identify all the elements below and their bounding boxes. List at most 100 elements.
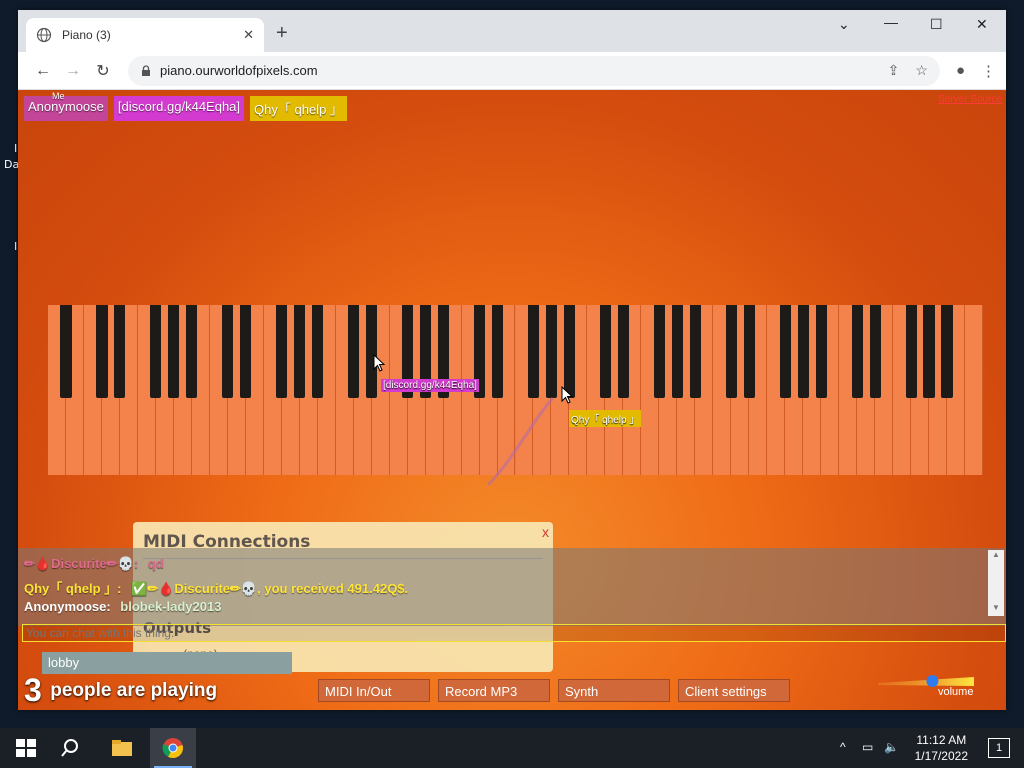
chat-text: blobek-lady2013	[120, 599, 222, 614]
scroll-down-icon[interactable]: ▼	[988, 603, 1004, 612]
taskbar-chrome-active[interactable]	[150, 728, 196, 768]
system-clock[interactable]: 11:12 AM 1/17/2022	[915, 732, 968, 764]
chrome-icon	[162, 738, 183, 759]
chat-input[interactable]	[22, 624, 1006, 642]
piano-black-key[interactable]	[563, 305, 575, 398]
piano-black-key[interactable]	[527, 305, 540, 398]
piano-black-key[interactable]	[689, 305, 701, 398]
mouse-cursor-icon	[373, 354, 385, 372]
chat-text: qd	[147, 556, 164, 571]
star-icon[interactable]: ☆	[915, 62, 928, 79]
chevron-up-icon[interactable]: ^	[840, 740, 846, 754]
piano-black-key[interactable]	[186, 305, 198, 398]
chat-message: ✏🩸Discurite✏💀: qd	[24, 556, 164, 572]
reload-icon[interactable]: ↻	[88, 61, 118, 81]
maximize-icon[interactable]: ☐	[930, 16, 943, 33]
browser-window: Piano (3) ✕ + ⌄ — ☐ ✕ ← → ↻ piano.ourwor…	[18, 10, 1006, 710]
user-badge[interactable]: Qhy「 qhelp 」	[250, 96, 347, 121]
browser-toolbar: ← → ↻ piano.ourworldofpixels.com ⇪ ☆ ● ⋮	[18, 52, 1006, 90]
client-settings-button[interactable]: Client settings	[678, 679, 790, 702]
url-text: piano.ourworldofpixels.com	[160, 63, 318, 78]
piano-black-key[interactable]	[366, 305, 378, 398]
piano-black-key[interactable]	[815, 305, 827, 398]
piano-black-key[interactable]	[653, 305, 665, 398]
cursor-label: [discord.gg/k44Eqha]	[381, 379, 479, 392]
close-icon[interactable]: x	[542, 524, 549, 540]
record-mp3-button[interactable]: Record MP3	[438, 679, 550, 702]
piano-black-key[interactable]	[923, 305, 935, 398]
user-list: Me Anonymoose [discord.gg/k44Eqha] Qhy「 …	[24, 91, 347, 121]
chevron-down-icon[interactable]: ⌄	[838, 16, 850, 33]
piano-black-key[interactable]	[743, 305, 755, 398]
piano-black-key[interactable]	[779, 305, 791, 398]
network-icon[interactable]: ▭	[862, 740, 873, 754]
piano-black-key[interactable]	[276, 305, 288, 398]
tab-title: Piano (3)	[62, 28, 111, 42]
profile-icon[interactable]: ●	[956, 62, 965, 79]
piano-black-key[interactable]	[114, 305, 126, 398]
speaker-muted-icon[interactable]: 🔈	[884, 740, 899, 754]
chat-scrollbar[interactable]: ▲ ▼	[988, 550, 1004, 616]
player-count: 3 people are playing	[24, 672, 217, 709]
piano-black-key[interactable]	[240, 305, 252, 398]
minimize-icon[interactable]: —	[884, 14, 898, 30]
notifications-icon[interactable]: 1	[988, 738, 1010, 758]
room-selector[interactable]: lobby	[42, 652, 292, 674]
piano-black-key[interactable]	[671, 305, 683, 398]
piano-black-key[interactable]	[905, 305, 917, 398]
piano-black-key[interactable]	[599, 305, 611, 398]
server-source-link[interactable]: Server Source	[938, 94, 1002, 105]
clock-date: 1/17/2022	[914, 749, 968, 763]
chat-author: ✏🩸Discurite✏💀:	[24, 556, 139, 571]
search-icon[interactable]	[60, 736, 84, 760]
piano-black-key[interactable]	[294, 305, 306, 398]
taskbar: ^ ▭ 🔈 11:12 AM 1/17/2022 1	[0, 728, 1024, 768]
chat-log: ✏🩸Discurite✏💀: qd Qhy「 qhelp 」: ✅✏🩸Discu…	[18, 548, 1006, 626]
synth-button[interactable]: Synth	[558, 679, 670, 702]
mouse-cursor-icon	[561, 386, 573, 404]
back-icon[interactable]: ←	[28, 62, 58, 80]
piano-black-key[interactable]	[312, 305, 324, 398]
address-bar[interactable]: piano.ourworldofpixels.com ⇪ ☆	[128, 55, 940, 86]
forward-icon[interactable]: →	[58, 62, 88, 80]
piano-white-key[interactable]	[965, 305, 983, 475]
windows-start-icon[interactable]	[14, 736, 38, 760]
midi-in-out-button[interactable]: MIDI In/Out	[318, 679, 430, 702]
player-count-number: 3	[24, 672, 42, 708]
close-window-icon[interactable]: ✕	[976, 16, 988, 33]
new-tab-icon[interactable]: +	[276, 22, 288, 45]
chat-author: Qhy「 qhelp 」:	[24, 581, 122, 596]
chat-author: Anonymoose:	[24, 599, 111, 614]
clock-time: 11:12 AM	[916, 733, 967, 747]
cursor-label: Qhy「 qhelp 」	[569, 410, 642, 427]
chat-message: Qhy「 qhelp 」: ✅✏🩸Discurite✏💀, you receiv…	[24, 578, 408, 597]
piano-black-key[interactable]	[869, 305, 881, 398]
player-count-text: people are playing	[50, 679, 218, 701]
globe-icon	[36, 27, 52, 43]
piano-black-key[interactable]	[725, 305, 737, 398]
piano-black-key[interactable]	[96, 305, 108, 398]
browser-tab[interactable]: Piano (3) ✕	[26, 18, 264, 52]
close-tab-icon[interactable]: ✕	[243, 27, 254, 43]
piano-black-key[interactable]	[797, 305, 809, 398]
piano-black-key[interactable]	[60, 305, 72, 398]
user-badge[interactable]: [discord.gg/k44Eqha]	[113, 96, 245, 121]
piano-black-key[interactable]	[348, 305, 360, 398]
piano-black-key[interactable]	[941, 305, 953, 398]
chat-message: Anonymoose: blobek-lady2013	[24, 599, 221, 614]
file-explorer-icon[interactable]	[110, 736, 134, 760]
volume-label: volume	[938, 686, 974, 698]
piano-black-key[interactable]	[617, 305, 629, 398]
menu-icon[interactable]: ⋮	[981, 62, 996, 80]
piano-black-key[interactable]	[545, 305, 558, 398]
user-badge-self[interactable]: Me Anonymoose	[24, 91, 108, 121]
cursor-trail	[486, 396, 555, 487]
share-icon[interactable]: ⇪	[888, 62, 900, 79]
piano-black-key[interactable]	[168, 305, 180, 398]
piano-black-key[interactable]	[851, 305, 863, 398]
chat-text: ✅✏🩸Discurite✏💀, you received 491.42Q$.	[131, 581, 409, 596]
piano-black-key[interactable]	[150, 305, 162, 398]
piano-black-key[interactable]	[222, 305, 234, 398]
piano-black-key[interactable]	[491, 305, 504, 398]
scroll-up-icon[interactable]: ▲	[988, 550, 1004, 559]
